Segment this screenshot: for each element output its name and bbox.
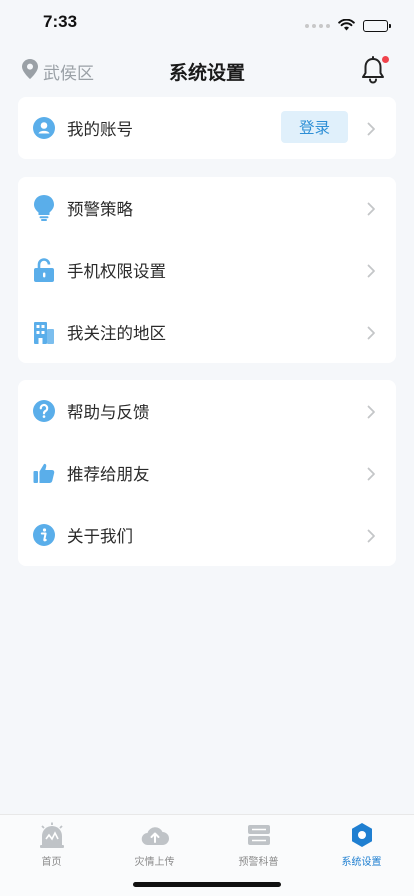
tab-disaster-upload[interactable]: 灾情上传 [103, 821, 206, 868]
help-feedback-row[interactable]: 帮助与反馈 [18, 380, 396, 442]
chevron-right-icon [367, 201, 376, 216]
about-us-row[interactable]: 关于我们 [18, 504, 396, 566]
status-time: 7:33 [43, 12, 78, 31]
status-icons [305, 16, 391, 35]
warning-strategy-row[interactable]: 预警策略 [18, 177, 396, 239]
my-account-row[interactable]: 我的账号 登录 [18, 97, 396, 159]
notification-dot [382, 56, 389, 63]
chevron-right-icon [367, 263, 376, 278]
notification-bell-button[interactable] [360, 56, 389, 84]
home-indicator [133, 882, 281, 887]
status-bar: 7:33 [0, 0, 414, 48]
tab-system-settings[interactable]: 系统设置 [310, 821, 413, 868]
account-card: 我的账号 登录 [18, 97, 396, 159]
chevron-right-icon [367, 466, 376, 481]
tab-warning-science-label: 预警科普 [238, 857, 279, 868]
about-us-label: 关于我们 [67, 527, 133, 546]
chevron-right-icon [367, 121, 376, 136]
login-button[interactable]: 登录 [281, 111, 348, 143]
settings-hexagon-icon [347, 821, 377, 849]
followed-regions-label: 我关注的地区 [67, 324, 166, 343]
lightbulb-icon [33, 195, 55, 221]
warning-strategy-label: 预警策略 [67, 200, 133, 219]
page-title: 系统设置 [168, 62, 245, 84]
phone-permissions-label: 手机权限设置 [67, 262, 166, 281]
phone-permissions-row[interactable]: 手机权限设置 [18, 239, 396, 301]
bell-icon [360, 56, 386, 88]
lock-icon [33, 258, 55, 282]
chevron-right-icon [367, 528, 376, 543]
user-icon [33, 117, 55, 139]
followed-regions-row[interactable]: 我关注的地区 [18, 301, 396, 363]
help-feedback-label: 帮助与反馈 [67, 403, 150, 422]
nav-bar: 武侯区 系统设置 [0, 48, 414, 94]
building-icon [33, 321, 55, 344]
battery-icon [363, 19, 391, 32]
chevron-right-icon [367, 325, 376, 340]
tab-home[interactable]: 首页 [0, 821, 103, 868]
book-stack-icon [244, 821, 274, 849]
question-icon [33, 400, 55, 422]
wifi-icon [338, 16, 355, 35]
cloud-upload-icon [140, 821, 170, 849]
tab-system-settings-label: 系统设置 [341, 857, 382, 868]
signal-icon [305, 23, 330, 28]
home-alert-icon [37, 821, 67, 849]
recommend-friends-label: 推荐给朋友 [67, 465, 150, 484]
settings-card: 预警策略 手机权限设置 我关注的地区 [18, 177, 396, 363]
chevron-right-icon [367, 404, 376, 419]
my-account-label: 我的账号 [67, 120, 133, 139]
recommend-friends-row[interactable]: 推荐给朋友 [18, 442, 396, 504]
info-icon [33, 524, 55, 546]
tab-warning-science[interactable]: 预警科普 [207, 821, 310, 868]
help-card: 帮助与反馈 推荐给朋友 关于我们 [18, 380, 396, 566]
tab-home-label: 首页 [41, 857, 62, 868]
thumbs-up-icon [33, 462, 55, 484]
tab-disaster-upload-label: 灾情上传 [134, 857, 175, 868]
